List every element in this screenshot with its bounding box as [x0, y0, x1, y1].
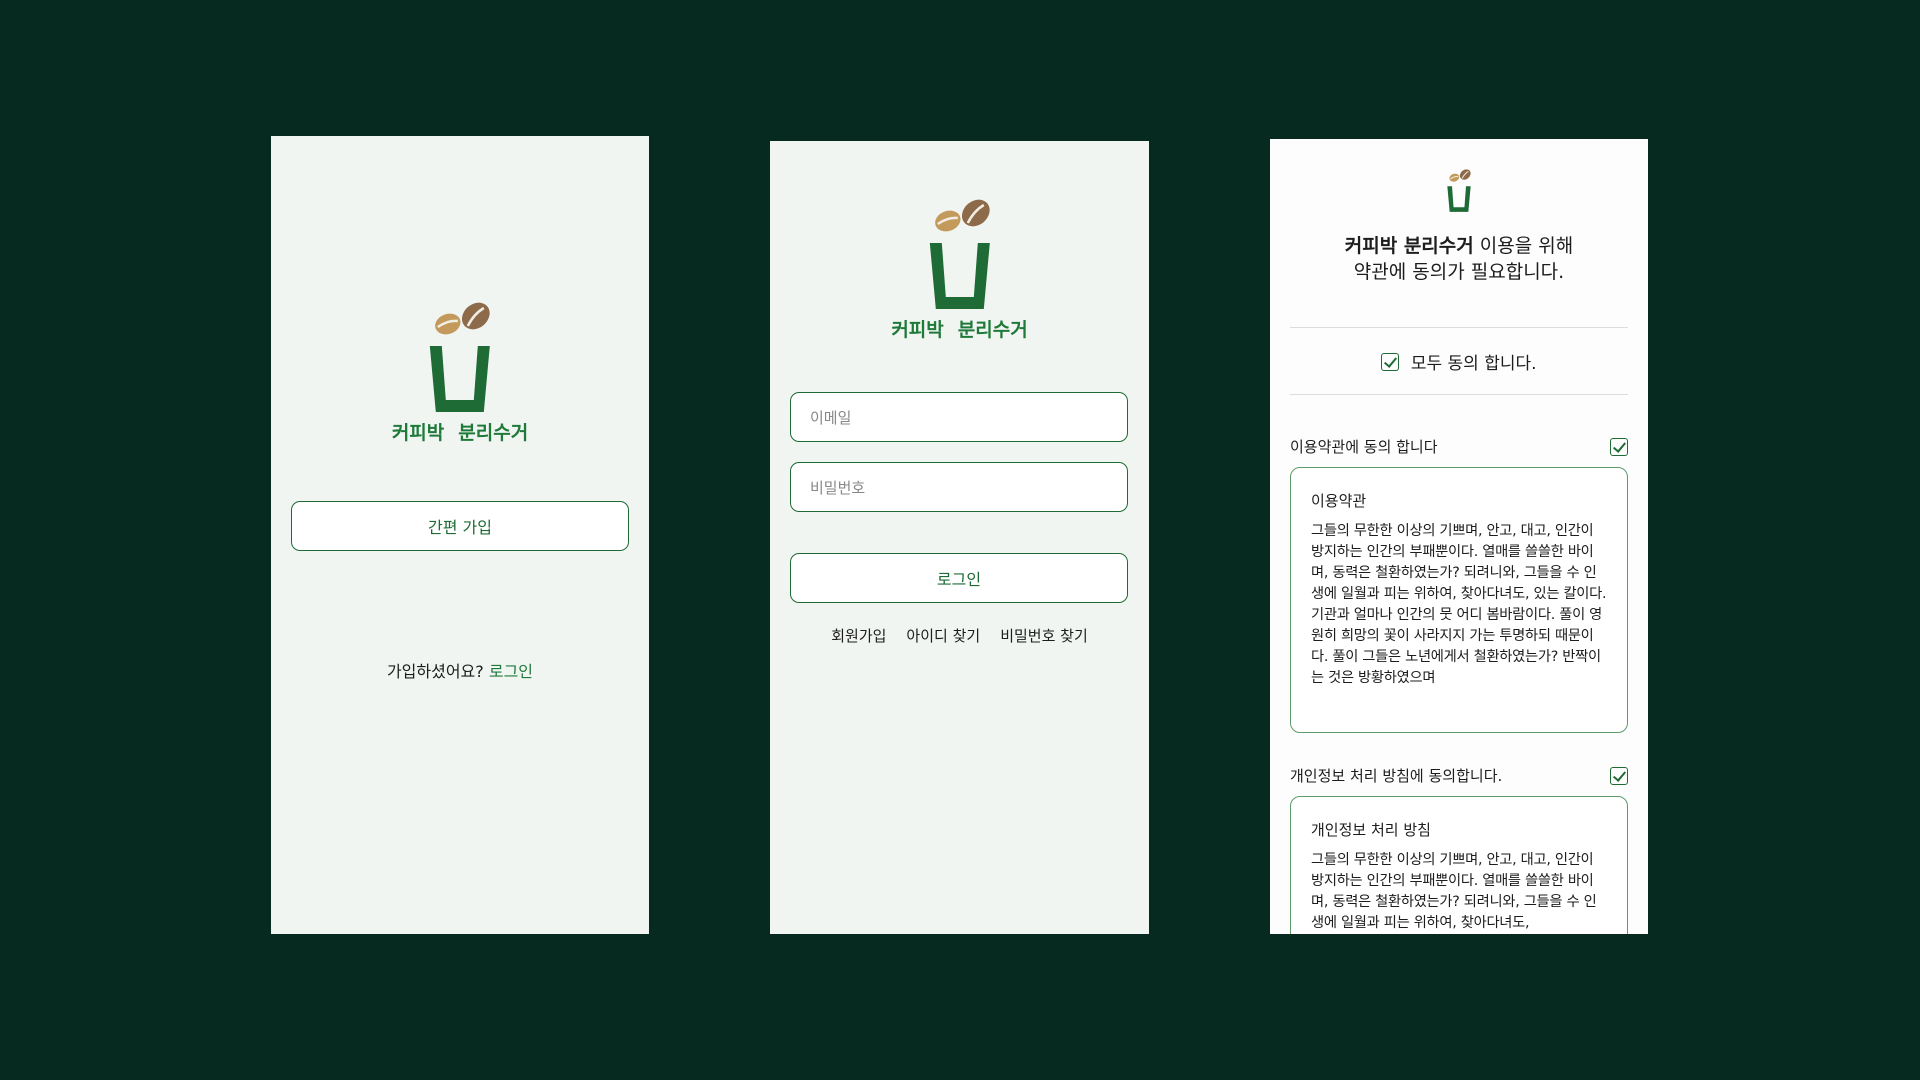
password-input[interactable]: 비밀번호: [790, 462, 1128, 512]
find-password-link[interactable]: 비밀번호 찾기: [1000, 625, 1088, 646]
agree-all-checkbox[interactable]: [1381, 352, 1400, 371]
brand-name: 커피박 분리수거: [891, 319, 1028, 341]
account-links: 회원가입 아이디 찾기 비밀번호 찾기: [770, 625, 1149, 646]
terms-screen: 커피박 분리수거 이용을 위해 약관에 동의가 필요합니다. 모두 동의 합니다…: [1270, 139, 1648, 934]
agree-all-row[interactable]: 모두 동의 합니다.: [1270, 349, 1648, 374]
privacy-checkbox[interactable]: [1610, 766, 1628, 785]
login-screen: 커피박 분리수거 이메일 비밀번호 로그인 회원가입 아이디 찾기 비밀번호 찾기: [770, 141, 1149, 934]
find-id-link[interactable]: 아이디 찾기: [906, 625, 980, 646]
brand-name: 커피박 분리수거: [391, 422, 529, 444]
app-logo: 커피박 분리수거: [392, 302, 528, 445]
quick-signup-button[interactable]: 간편 가입: [291, 501, 629, 551]
divider: [1290, 327, 1628, 328]
login-button[interactable]: 로그인: [790, 553, 1128, 603]
divider: [1290, 394, 1628, 395]
terms-checkbox[interactable]: [1610, 437, 1628, 456]
app-logo: [1445, 169, 1473, 212]
terms-heading: 커피박 분리수거 이용을 위해 약관에 동의가 필요합니다.: [1344, 235, 1574, 283]
coffee-cup-logo-icon: [1446, 169, 1473, 212]
signup-link[interactable]: 회원가입: [831, 625, 886, 646]
privacy-content-box[interactable]: 개인정보 처리 방침 그들의 무한한 이상의 기쁘며, 안고, 대고, 인간이 …: [1290, 796, 1628, 934]
coffee-cup-logo-icon: [428, 302, 496, 412]
login-prompt: 가입하셨어요? 로그인: [386, 662, 534, 681]
email-input[interactable]: 이메일: [790, 392, 1128, 442]
signup-screen: 커피박 분리수거 간편 가입 가입하셨어요? 로그인: [271, 136, 649, 934]
privacy-agree-row: 개인정보 처리 방침에 동의합니다.: [1290, 765, 1628, 786]
terms-content-box[interactable]: 이용약관 그들의 무한한 이상의 기쁘며, 안고, 대고, 인간이 방지하는 인…: [1290, 467, 1628, 733]
login-link[interactable]: 로그인: [489, 662, 533, 681]
coffee-cup-logo-icon: [928, 199, 996, 309]
app-logo: 커피박 분리수거: [891, 199, 1028, 342]
terms-agree-row: 이용약관에 동의 합니다: [1290, 436, 1628, 457]
